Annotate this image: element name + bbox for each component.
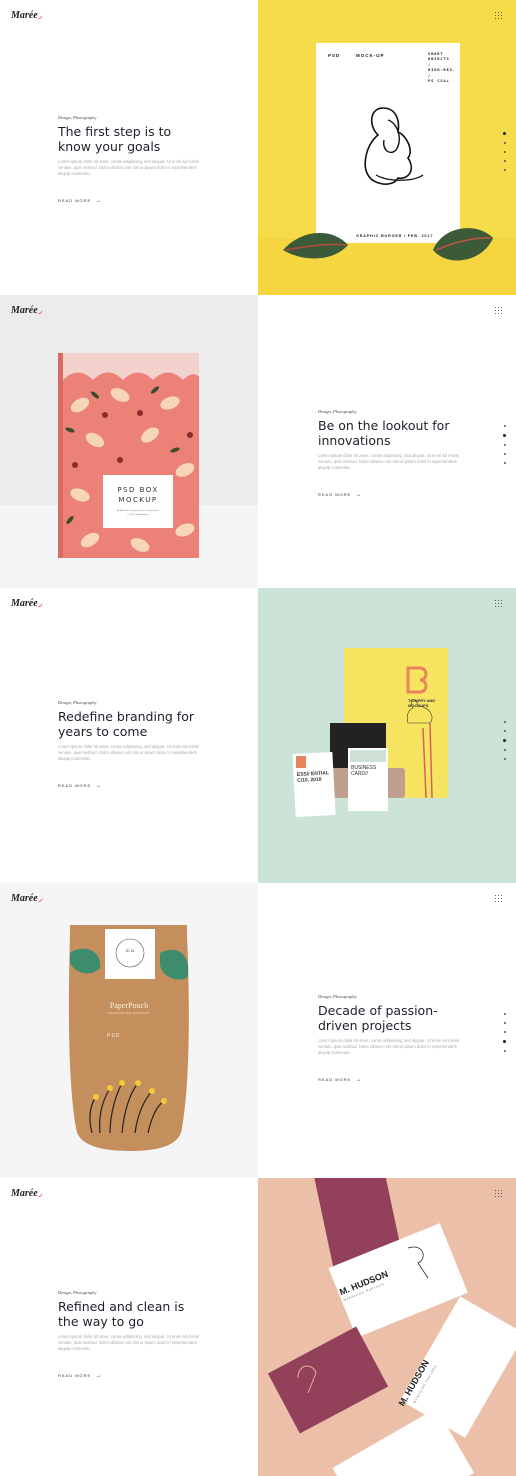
slide-pagination bbox=[503, 721, 506, 760]
slide-3-text-panel: Marée◞ Design, Photography Redefine bran… bbox=[0, 588, 258, 883]
card-text-a: ESS// ENTIAL C/10. 2018 bbox=[296, 770, 330, 784]
slide-1-text-panel: Marée◞ Design, Photography The first ste… bbox=[0, 0, 258, 295]
pagination-dot-1[interactable] bbox=[503, 425, 506, 427]
slide-title: Be on the lookout for innovations bbox=[318, 418, 450, 448]
slide-3: Marée◞ Design, Photography Redefine bran… bbox=[0, 588, 516, 883]
arrow-right-icon: → bbox=[95, 782, 103, 789]
arrow-right-icon: → bbox=[355, 1076, 363, 1083]
pagination-dot-3[interactable] bbox=[503, 444, 506, 446]
pagination-dot-5[interactable] bbox=[503, 462, 506, 464]
slide-title: Refined and clean is the way to go bbox=[58, 1299, 185, 1329]
slide-category: Design, Photography bbox=[58, 700, 97, 705]
mockup-tag-right: SMART OBJECTS / HIGH-RES. / PS CS4+ bbox=[428, 51, 456, 84]
book-title: PSD BOX MOCKUP bbox=[117, 486, 159, 504]
brand-logo[interactable]: Marée◞ bbox=[11, 598, 42, 609]
grid-menu-icon[interactable] bbox=[495, 895, 504, 904]
slide-pagination bbox=[503, 425, 506, 464]
slide-title: Decade of passion-driven projects bbox=[318, 1003, 438, 1033]
poster-mockup bbox=[258, 43, 516, 295]
pagination-dot-1[interactable] bbox=[503, 132, 506, 135]
slide-2-content: Design, Photography Be on the lookout fo… bbox=[318, 409, 468, 501]
pagination-dot-3[interactable] bbox=[503, 151, 506, 153]
slide-4-content: Design, Photography Decade of passion-dr… bbox=[318, 994, 468, 1086]
pagination-dot-3[interactable] bbox=[503, 1031, 506, 1033]
slide-5: Marée◞ Design, Photography Refined and c… bbox=[0, 1178, 516, 1476]
business-card-mockup bbox=[267, 1178, 516, 1476]
slide-title: The first step is to know your goals bbox=[58, 124, 172, 154]
book-credits: An Authentic Design resource by Basil Fa… bbox=[116, 510, 160, 516]
arrow-right-icon: → bbox=[95, 197, 103, 204]
pagination-dot-1[interactable] bbox=[503, 721, 506, 723]
slide-pagination bbox=[503, 132, 506, 171]
pouch-mockup bbox=[68, 925, 189, 1151]
slide-category: Design, Photography bbox=[318, 409, 357, 414]
slide-5-text-panel: Marée◞ Design, Photography Refined and c… bbox=[0, 1178, 258, 1476]
slide-2: Marée◞ PSD BOX MOCKUP An Authentic Desig… bbox=[0, 295, 516, 588]
book-mockup bbox=[0, 353, 258, 588]
slide-1-image: PSD MOCK-UP SMART OBJECTS / HIGH-RES. / PS CS… bbox=[258, 0, 516, 295]
slide-2-text-panel: Design, Photography Be on the lookout fo… bbox=[258, 295, 516, 588]
pagination-dot-5[interactable] bbox=[503, 758, 506, 760]
slide-5-content: Design, Photography Refined and clean is… bbox=[58, 1290, 208, 1382]
pagination-dot-2[interactable] bbox=[503, 1022, 506, 1024]
brand-logo[interactable]: Marée◞ bbox=[11, 1188, 42, 1199]
slide-5-image: M. HUDSON MANAGING PARTNER M. HUDSON MAN… bbox=[258, 1178, 516, 1476]
slide-4: Marée◞ PaperPouch PACKAGING MOCKUP 20 16… bbox=[0, 883, 516, 1178]
arrow-right-icon: → bbox=[95, 1372, 103, 1379]
mockup-footer: GRAPHIC BURGER / FEB. 2017 bbox=[356, 234, 434, 238]
slide-4-image: Marée◞ PaperPouch PACKAGING MOCKUP 20 16… bbox=[0, 883, 258, 1178]
pagination-dot-4[interactable] bbox=[503, 453, 506, 455]
slide-title: Redefine branding for years to come bbox=[58, 709, 194, 739]
read-more-link[interactable]: READ MORE → bbox=[318, 1077, 362, 1083]
pagination-dot-5[interactable] bbox=[503, 169, 506, 171]
slide-1: Marée◞ Design, Photography The first ste… bbox=[0, 0, 516, 295]
read-more-link[interactable]: READ MORE → bbox=[318, 492, 362, 498]
slide-body: Lorem ipsum dolor sit amet, conse adipis… bbox=[58, 744, 200, 761]
slide-1-content: Design, Photography The first step is to… bbox=[58, 115, 208, 207]
poster-text: TIONERY AND MOCKUPS bbox=[408, 698, 436, 708]
pagination-dot-5[interactable] bbox=[503, 1050, 506, 1052]
pouch-title: PaperPouch bbox=[109, 1001, 149, 1010]
pagination-dot-4[interactable] bbox=[503, 1040, 506, 1043]
pagination-dot-1[interactable] bbox=[503, 1013, 506, 1015]
slide-4-text-panel: Design, Photography Decade of passion-dr… bbox=[258, 883, 516, 1178]
slide-3-image: ESS// ENTIAL C/10. 2018 BUSINESS CARD// … bbox=[258, 588, 516, 883]
stationery-mockup bbox=[292, 648, 448, 818]
pagination-dot-4[interactable] bbox=[503, 749, 506, 751]
pouch-badge: 20 16 bbox=[125, 949, 135, 953]
pagination-dot-3[interactable] bbox=[503, 739, 506, 742]
slide-category: Design, Photography bbox=[58, 115, 97, 120]
pagination-dot-2[interactable] bbox=[503, 434, 506, 437]
grid-menu-icon[interactable] bbox=[495, 307, 504, 316]
slide-body: Lorem ipsum dolor sit amet, conse adipis… bbox=[58, 159, 200, 176]
slide-2-image: Marée◞ PSD BOX MOCKUP An Authentic Desig… bbox=[0, 295, 258, 588]
pagination-dot-2[interactable] bbox=[503, 142, 506, 144]
pagination-dot-2[interactable] bbox=[503, 730, 506, 732]
card-text-b: BUSINESS CARD// bbox=[351, 765, 377, 777]
slide-body: Lorem ipsum dolor sit amet, conse adipis… bbox=[58, 1334, 200, 1351]
slide-body: Lorem ipsum dolor sit amet, conse adipis… bbox=[318, 453, 460, 470]
mockup-tag-center: MOCK-UP bbox=[356, 53, 385, 58]
slide-3-content: Design, Photography Redefine branding fo… bbox=[58, 700, 208, 792]
pouch-subtitle: PACKAGING MOCKUP bbox=[108, 1011, 150, 1015]
slide-pagination bbox=[503, 1013, 506, 1052]
mockup-tag-psd: PSD bbox=[328, 53, 341, 58]
brand-logo[interactable]: Marée◞ bbox=[11, 10, 42, 21]
arrow-right-icon: → bbox=[355, 491, 363, 498]
slide-category: Design, Photography bbox=[318, 994, 357, 999]
read-more-link[interactable]: READ MORE → bbox=[58, 198, 102, 204]
read-more-link[interactable]: READ MORE → bbox=[58, 1373, 102, 1379]
pouch-psd: PSD bbox=[107, 1033, 121, 1039]
slide-body: Lorem ipsum dolor sit amet, conse adipis… bbox=[318, 1038, 460, 1055]
pagination-dot-4[interactable] bbox=[503, 160, 506, 162]
slide-category: Design, Photography bbox=[58, 1290, 97, 1295]
read-more-link[interactable]: READ MORE → bbox=[58, 783, 102, 789]
